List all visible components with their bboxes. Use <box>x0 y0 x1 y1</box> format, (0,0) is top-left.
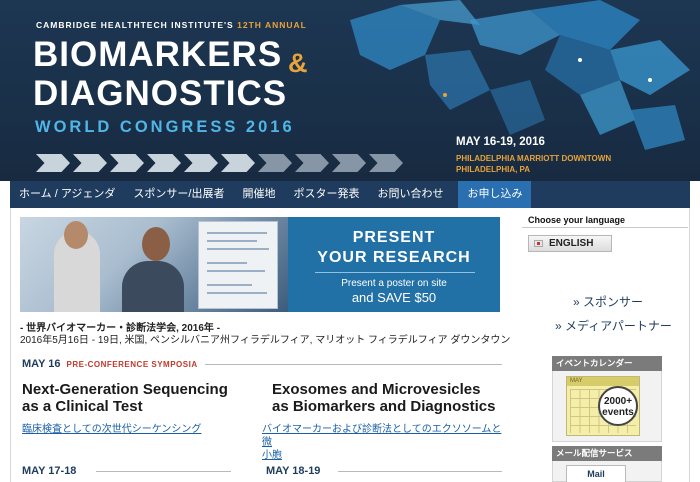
event-calendar-heading: イベントカレンダー <box>552 356 662 371</box>
track-title-exosomes: Exosomes and Microvesicles as Biomarkers… <box>272 381 495 415</box>
promo-photo <box>20 217 288 312</box>
language-button-label: ENGLISH <box>549 238 594 249</box>
organizer-text: CAMBRIDGE HEALTHTECH INSTITUTE'S <box>36 20 234 30</box>
header-banner: CAMBRIDGE HEALTHTECH INSTITUTE'S 12TH AN… <box>0 0 700 181</box>
section-may1718-heading: MAY 17-18 <box>22 465 77 477</box>
conference-subtitle: WORLD CONGRESS 2016 <box>35 118 295 136</box>
mail-service-heading: メール配信サービス <box>552 446 662 461</box>
track-title-ngs: Next-Generation Sequencing as a Clinical… <box>22 381 228 415</box>
track-title-line1: Exosomes and Microvesicles <box>272 381 481 398</box>
chevron-shape <box>221 154 255 172</box>
track-link-line2[interactable]: 小胞 <box>262 449 502 462</box>
main-nav: ホーム / アジェンダ スポンサー/出展者 開催地 ポスター発表 お問い合わせ … <box>10 181 690 208</box>
nav-venue[interactable]: 開催地 <box>233 181 284 208</box>
chevron-shape <box>36 154 70 172</box>
flag-icon <box>534 240 543 247</box>
chevron-shape <box>184 154 218 172</box>
promo-subtext-line1: Present a poster on site <box>341 278 447 289</box>
section-divider <box>205 364 502 365</box>
section-divider <box>96 471 231 472</box>
language-select-button[interactable]: ENGLISH <box>528 235 612 252</box>
chevron-shape <box>258 154 292 172</box>
section-may16-heading: MAY 16 PRE-CONFERENCE SYMPOSIA <box>22 358 198 370</box>
organizer-line: CAMBRIDGE HEALTHTECH INSTITUTE'S 12TH AN… <box>36 20 307 30</box>
promo-heading-line2: YOUR RESEARCH <box>317 249 471 266</box>
annual-text: 12TH ANNUAL <box>237 20 307 30</box>
sidebar-divider <box>522 227 688 228</box>
venue-line1: PHILADELPHIA MARRIOTT DOWNTOWN <box>456 154 612 163</box>
poster-board-image <box>198 221 278 309</box>
promo-heading-line1: PRESENT <box>352 229 436 246</box>
chevron-shape <box>295 154 329 172</box>
events-badge-count: 2000+ <box>603 396 633 407</box>
conference-title-line2: DIAGNOSTICS <box>33 74 288 113</box>
track-title-line2: as a Clinical Test <box>22 398 143 415</box>
events-badge-label: events <box>602 407 634 418</box>
sidebar-link-media-partners[interactable]: » メディアパートナー <box>555 317 672 334</box>
track-title-line2: as Biomarkers and Diagnostics <box>272 398 496 415</box>
track-link-exosomes[interactable]: バイオマーカーおよび診断法としてのエクソソームと微 小胞 <box>262 423 502 462</box>
events-badge: 2000+ events <box>598 386 638 426</box>
event-venue: PHILADELPHIA MARRIOTT DOWNTOWN PHILADELP… <box>456 153 611 175</box>
chevron-shape <box>73 154 107 172</box>
mail-icon[interactable]: Mail <box>566 465 626 482</box>
section-may1819-heading: MAY 18-19 <box>266 465 321 477</box>
chevron-shape <box>147 154 181 172</box>
sidebar-link-sponsors[interactable]: » スポンサー <box>573 293 643 310</box>
nav-posters[interactable]: ポスター発表 <box>284 181 368 208</box>
conference-title-ampersand: & <box>288 48 308 78</box>
section-divider <box>338 471 502 472</box>
person-head <box>64 221 88 249</box>
promo-heading: PRESENT YOUR RESEARCH <box>288 228 500 268</box>
nav-sponsors-exhibitors[interactable]: スポンサー/出展者 <box>124 181 233 208</box>
conference-title-line1: BIOMARKERS <box>33 35 283 74</box>
event-date: MAY 16-19, 2016 <box>456 136 545 148</box>
track-link-ngs[interactable]: 臨床検査としての次世代シーケンシング <box>22 423 201 436</box>
chevron-shape <box>332 154 366 172</box>
present-research-promo[interactable]: PRESENT YOUR RESEARCH Present a poster o… <box>20 217 500 312</box>
chevron-shape <box>110 154 144 172</box>
chevron-decoration <box>36 154 403 172</box>
calendar-month: MAY <box>567 377 639 386</box>
promo-subtext-line2: and SAVE $50 <box>351 290 437 305</box>
section-tag: PRE-CONFERENCE SYMPOSIA <box>66 360 198 369</box>
venue-line2: PHILADELPHIA, PA <box>456 165 531 174</box>
language-label: Choose your language <box>528 215 626 225</box>
person-figure <box>122 261 184 312</box>
person-head <box>142 227 170 261</box>
track-title-line1: Next-Generation Sequencing <box>22 381 228 398</box>
nav-home-agenda[interactable]: ホーム / アジェンダ <box>10 181 124 208</box>
conference-caption-details: 2016年5月16日 - 19日, 米国, ペンシルバニア州フィラデルフィア, … <box>20 335 511 346</box>
nav-register[interactable]: お申し込み <box>458 181 532 208</box>
chevron-shape <box>369 154 403 172</box>
track-link-line1[interactable]: バイオマーカーおよび診断法としてのエクソソームと微 <box>262 423 502 449</box>
nav-contact[interactable]: お問い合わせ <box>368 181 452 208</box>
promo-divider <box>315 272 475 273</box>
section-date: MAY 16 <box>22 358 61 370</box>
